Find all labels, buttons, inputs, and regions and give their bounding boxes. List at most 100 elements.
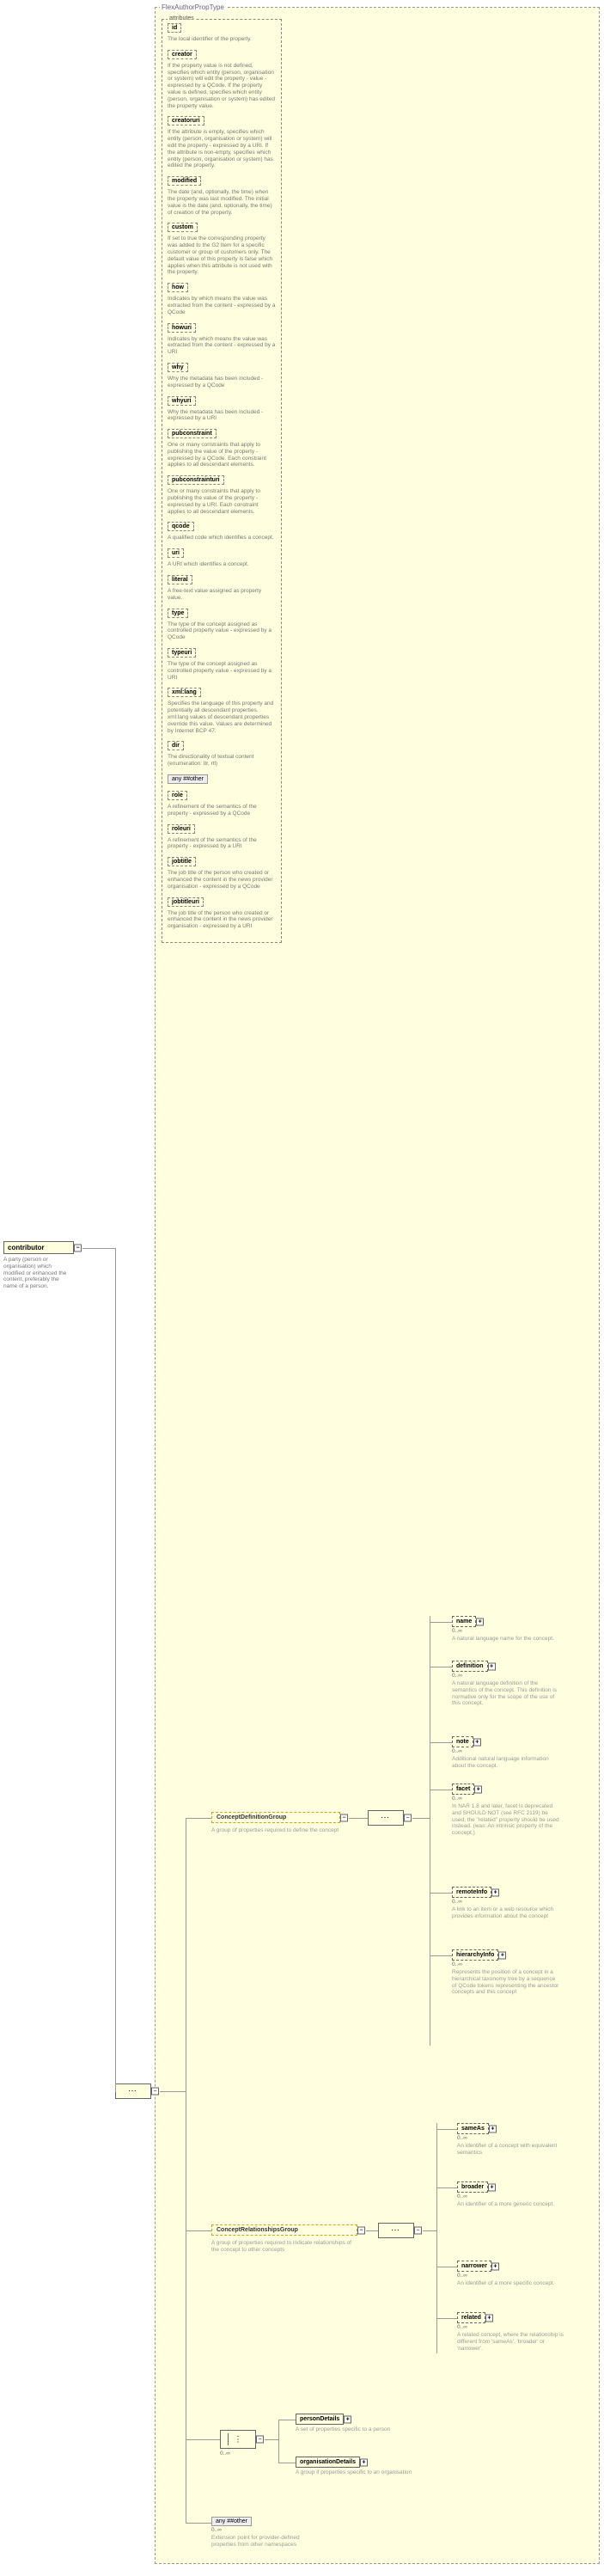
expand-icon[interactable]: + [473,1738,481,1746]
attribute-name[interactable]: type [168,609,188,618]
sequence-compositor-main[interactable]: − [115,2083,151,2099]
connector [115,1248,116,2092]
connector [436,2129,457,2130]
choice-compositor[interactable]: − [220,2430,256,2449]
element-box[interactable]: name+ [452,1616,476,1627]
diagram-canvas: FlexAuthorPropType contributor − A party… [0,0,604,2576]
element-box[interactable]: broader+ [457,2181,488,2193]
collapse-icon[interactable]: − [256,2436,264,2444]
connector [423,2230,436,2231]
attribute-name[interactable]: literal [168,575,192,584]
attribute-name[interactable]: dir [168,741,184,750]
collapse-icon[interactable]: − [414,2227,422,2235]
concept-relationships-group[interactable]: ConceptRelationshipsGroup − [211,2224,357,2236]
attribute-desc: One or many constraints that apply to pu… [168,488,276,515]
attribute-item: literal A free-text value assigned as pro… [168,575,276,602]
expand-icon[interactable]: + [491,1888,499,1896]
attribute-name[interactable]: howuri [168,323,196,333]
connector [412,1818,430,1819]
contributor-element[interactable]: contributor − [3,1241,74,1254]
attribute-name[interactable]: whyuri [168,396,196,406]
collapse-icon[interactable]: − [357,2226,365,2234]
leaf-desc: A related concept, where the relationshi… [457,2332,564,2352]
expand-icon[interactable]: + [485,2314,493,2322]
expand-icon[interactable]: + [498,1951,506,1959]
attribute-name[interactable]: uri [168,548,184,558]
cardinality: 0..∞ [452,1748,559,1754]
attribute-name[interactable]: custom [168,223,198,232]
attribute-item: dir The directionality of textual content… [168,741,276,768]
element-box[interactable]: facet+ [452,1784,474,1795]
attribute-desc: The local identifier of the property. [168,36,276,43]
attribute-name[interactable]: role [168,791,187,800]
expand-icon[interactable]: + [344,2415,351,2423]
collapse-icon[interactable]: − [74,1244,82,1251]
cardinality: 0..∞ [452,1796,559,1802]
leaf-desc: In NAR 1.8 and later, facet is deprecate… [452,1803,559,1837]
attribute-name[interactable]: creatoruri [168,116,204,125]
attribute-item: creatorIf the property value is not defi… [168,50,276,110]
element-box[interactable]: organisationDetails+ [296,2457,360,2468]
attribute-name[interactable]: jobtitleuri [168,897,204,907]
attribute-name[interactable]: pubconstraint [168,429,217,438]
expand-icon[interactable]: + [491,2262,499,2270]
attribute-item: typeuriThe type of the concept assigned … [168,648,276,681]
concept-definition-group[interactable]: ConceptDefinitionGroup − [211,1812,340,1823]
attribute-name[interactable]: qcode [168,522,194,531]
collapse-icon[interactable]: − [404,1814,412,1822]
leaf-element: broader+ 0..∞ An identifier of a more ge… [457,2181,554,2208]
attributes-label: attributes [168,15,196,21]
attribute-desc: A free-text value assigned as property v… [168,588,276,602]
cardinality: 0..∞ [452,1673,559,1679]
attribute-name[interactable]: why [168,363,188,372]
expand-icon[interactable]: + [476,1618,484,1625]
attribute-name[interactable]: typeuri [168,648,196,658]
sequence-compositor-def[interactable]: − [368,1810,404,1826]
element-box[interactable]: personDetails+ [296,2414,344,2425]
expand-icon[interactable]: + [488,2183,496,2191]
connector [265,2439,278,2440]
attribute-item: type The type of the concept assigned as … [168,609,276,641]
attribute-name[interactable]: xml:lang [168,688,201,697]
attribute-name[interactable]: pubconstrainturi [168,475,224,485]
type-label: FlexAuthorPropType [160,3,226,11]
element-box[interactable]: hierarchyInfo+ [452,1949,498,1961]
attribute-item: roleuriA refinement of the semantics of … [168,824,276,851]
collapse-icon[interactable]: − [151,2088,159,2096]
connector [186,2230,211,2231]
attribute-item: xml:langSpecifies the language of this p… [168,688,276,734]
leaf-element: narrower+ 0..∞ An identifier of a more s… [457,2261,554,2287]
leaf-desc: A set of properties specific to a person [296,2426,390,2433]
collapse-icon[interactable]: − [340,1814,348,1821]
expand-icon[interactable]: + [360,2458,368,2466]
attribute-item: whyuriWhy the metadata has been included… [168,396,276,423]
expand-icon[interactable]: + [474,1785,482,1793]
attribute-name[interactable]: any ##other [168,774,208,784]
element-box[interactable]: related+ [457,2312,485,2323]
attribute-name[interactable]: jobtitle [168,857,196,866]
element-box[interactable]: sameAs+ [457,2123,489,2134]
attribute-item: pubconstrainturi One or many constraints … [168,475,276,515]
leaf-element: related+ 0..∞ A related concept, where t… [457,2312,564,2352]
attribute-name[interactable]: creator [168,50,197,59]
attribute-name[interactable]: how [168,283,188,292]
attributes-container: attributes idThe local identifier of the… [162,19,282,943]
element-box[interactable]: narrower+ [457,2261,491,2272]
leaf-desc: Additional natural language information … [452,1756,559,1770]
attribute-name[interactable]: id [168,23,181,33]
leaf-element: facet+ 0..∞ In NAR 1.8 and later, facet … [452,1784,559,1837]
attribute-name[interactable]: modified [168,176,201,186]
attribute-name[interactable]: roleuri [168,824,195,834]
attribute-desc: Why the metadata has been included - exp… [168,376,276,389]
attribute-desc: The directionality of textual content (e… [168,754,276,768]
element-box[interactable]: definition+ [452,1661,488,1672]
leaf-desc: Represents the position of a concept in … [452,1969,559,1996]
any-element[interactable]: any ##other [211,2517,252,2526]
expand-icon[interactable]: + [489,2125,497,2132]
element-box[interactable]: remoteInfo+ [452,1887,491,1898]
attribute-item: any ##other [168,774,276,784]
element-box[interactable]: note+ [452,1736,473,1747]
expand-icon[interactable]: + [488,1662,496,1670]
sequence-compositor-rel[interactable]: − [378,2223,414,2238]
attribute-desc: The type of the concept assigned as cont… [168,621,276,641]
